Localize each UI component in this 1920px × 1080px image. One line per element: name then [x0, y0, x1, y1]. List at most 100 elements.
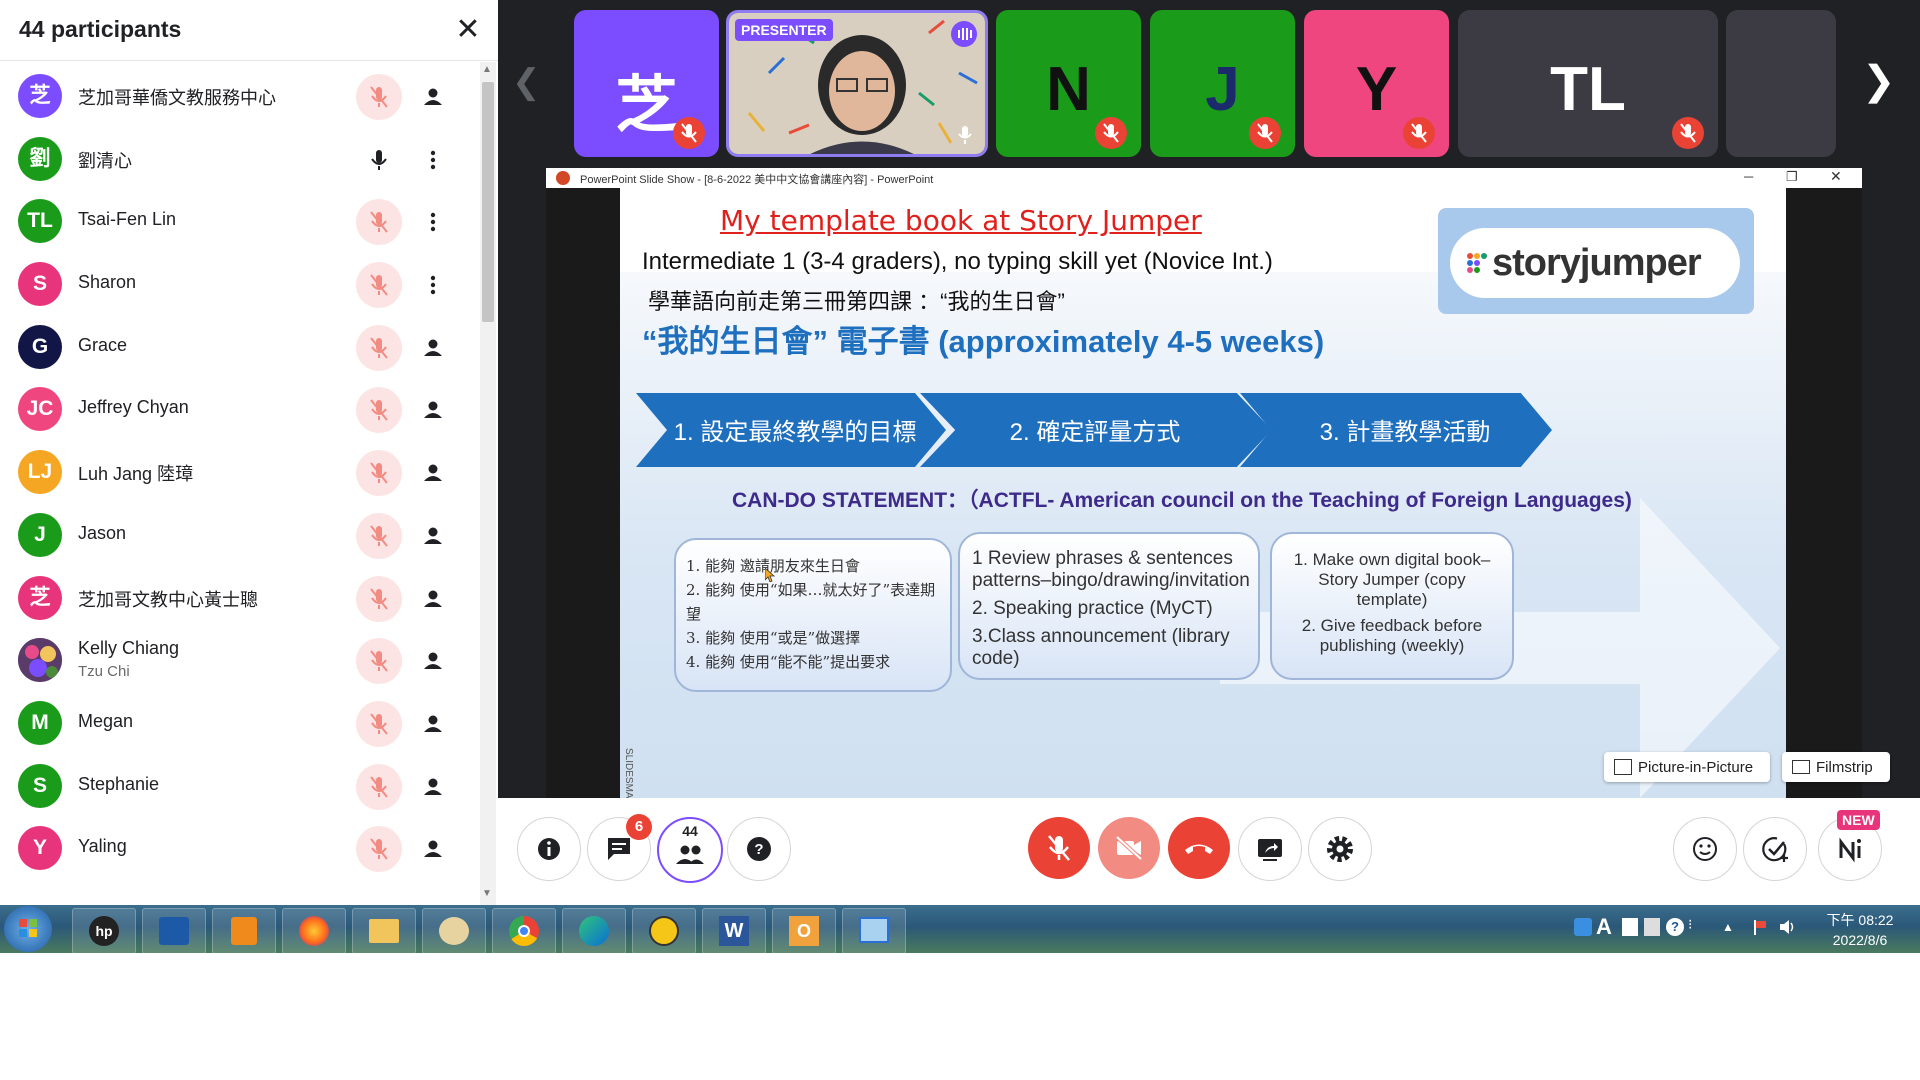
- more-vertical-icon[interactable]: [418, 207, 448, 237]
- scroll-down-arrow-icon[interactable]: ▼: [482, 888, 492, 899]
- chevron-left-icon[interactable]: ❮: [512, 62, 541, 102]
- participant-row[interactable]: G Grace: [0, 313, 476, 376]
- participant-tile[interactable]: Y: [1304, 10, 1449, 157]
- start-button[interactable]: [4, 906, 52, 952]
- tile-initial: Y: [1355, 55, 1398, 124]
- participant-tile-partial[interactable]: [1726, 10, 1836, 157]
- camera-toggle-button[interactable]: [1098, 817, 1160, 879]
- participant-tile[interactable]: N: [996, 10, 1141, 157]
- participant-tile[interactable]: J: [1150, 10, 1295, 157]
- more-vertical-icon[interactable]: [418, 270, 448, 300]
- participant-row[interactable]: Kelly Chiang Tzu Chi: [0, 626, 476, 689]
- person-icon[interactable]: [418, 395, 448, 425]
- clock-date[interactable]: 2022/8/6: [1818, 932, 1902, 948]
- close-icon[interactable]: ✕: [452, 14, 484, 46]
- help-button[interactable]: ?: [727, 817, 791, 881]
- ime-mode[interactable]: A: [1596, 914, 1612, 940]
- mic-off-icon[interactable]: [356, 262, 402, 309]
- ai-assistant-button[interactable]: NEW: [1818, 810, 1882, 881]
- chat-button[interactable]: 6: [587, 814, 652, 881]
- participant-row[interactable]: 芝芝加哥文教中心黃士聰: [0, 564, 476, 627]
- share-screen-button[interactable]: [1238, 817, 1302, 881]
- person-icon[interactable]: [418, 584, 448, 614]
- restore-icon[interactable]: ❐: [1786, 169, 1798, 185]
- mic-off-icon[interactable]: [356, 700, 402, 747]
- show-hidden-icons-icon[interactable]: ▲: [1722, 920, 1734, 934]
- box1-item: 1. 能夠 邀請朋友來生日會: [686, 557, 860, 575]
- chevron-right-icon[interactable]: ❯: [1862, 58, 1896, 104]
- edge-app[interactable]: [562, 908, 626, 954]
- info-button[interactable]: [517, 817, 581, 881]
- person-icon[interactable]: [418, 646, 448, 676]
- file-explorer-app[interactable]: [352, 908, 416, 954]
- activities-button[interactable]: [1743, 817, 1807, 881]
- scrollbar-thumb[interactable]: [482, 82, 494, 322]
- person-icon[interactable]: [418, 709, 448, 739]
- participant-row[interactable]: M Megan: [0, 689, 476, 752]
- participant-row[interactable]: TL Tsai-Fen Lin: [0, 187, 476, 250]
- mic-off-icon[interactable]: [356, 199, 402, 246]
- settings-button[interactable]: [1308, 817, 1372, 881]
- more-vertical-icon[interactable]: [418, 145, 448, 175]
- filmstrip-button[interactable]: Filmstrip: [1782, 752, 1890, 782]
- participant-row[interactable]: 劉劉清心: [0, 125, 476, 188]
- mic-off-icon[interactable]: [356, 512, 402, 559]
- person-icon[interactable]: [418, 772, 448, 802]
- mic-toggle-button[interactable]: [1028, 817, 1090, 879]
- word-app[interactable]: W: [702, 908, 766, 954]
- presenter-tile[interactable]: PRESENTER: [726, 10, 988, 157]
- participant-row[interactable]: 芝芝加哥華僑文教服務中心: [0, 62, 476, 125]
- pip-icon: [1614, 759, 1632, 775]
- paint-app[interactable]: [422, 908, 486, 954]
- media-app[interactable]: [212, 908, 276, 954]
- participants-button[interactable]: 44: [657, 817, 723, 883]
- control-panel-app[interactable]: [842, 908, 906, 954]
- globe-app[interactable]: [632, 908, 696, 954]
- picture-in-picture-button[interactable]: Picture-in-Picture: [1604, 752, 1770, 782]
- ime-options-icon[interactable]: ⁝: [1688, 916, 1692, 933]
- person-icon[interactable]: [418, 333, 448, 363]
- mic-off-icon[interactable]: [356, 450, 402, 497]
- leave-call-button[interactable]: [1168, 817, 1230, 879]
- person-icon[interactable]: [418, 458, 448, 488]
- mic-off-icon: [1048, 835, 1070, 861]
- hp-app[interactable]: hp: [72, 908, 136, 954]
- participant-row[interactable]: JC Jeffrey Chyan: [0, 375, 476, 438]
- participant-tile[interactable]: 芝: [574, 10, 719, 157]
- participant-row[interactable]: S Sharon: [0, 250, 476, 313]
- scroll-up-arrow-icon[interactable]: ▲: [482, 64, 492, 75]
- participant-tile[interactable]: TL: [1458, 10, 1718, 157]
- mic-off-icon[interactable]: [356, 387, 402, 434]
- mic-off-icon[interactable]: [356, 74, 402, 120]
- outlook-app[interactable]: O: [772, 908, 836, 954]
- mic-off-icon[interactable]: [356, 763, 402, 810]
- chrome-app[interactable]: [492, 908, 556, 954]
- ime-table-icon[interactable]: [1644, 918, 1660, 936]
- person-icon[interactable]: [418, 834, 448, 864]
- mic-off-icon[interactable]: [356, 324, 402, 371]
- participant-row[interactable]: LJ Luh Jang 陸璋: [0, 438, 476, 501]
- ime-full-width-icon[interactable]: [1622, 918, 1638, 936]
- help-icon[interactable]: ?: [1666, 918, 1684, 936]
- clock-time[interactable]: 下午 08:22: [1818, 910, 1902, 930]
- minimize-icon[interactable]: ─: [1744, 169, 1753, 184]
- participant-row[interactable]: S Stephanie: [0, 752, 476, 815]
- taskbar-app[interactable]: [142, 908, 206, 954]
- reactions-button[interactable]: [1673, 817, 1737, 881]
- mic-off-icon[interactable]: [356, 638, 402, 685]
- tile-initial: N: [1046, 55, 1091, 124]
- side-label: SLIDESMAN: [623, 748, 634, 798]
- person-icon[interactable]: [418, 82, 448, 112]
- mic-off-icon[interactable]: [356, 575, 402, 622]
- close-icon[interactable]: ✕: [1830, 168, 1842, 185]
- tile-initial: TL: [1550, 55, 1626, 124]
- flag-icon[interactable]: [1752, 918, 1770, 936]
- mic-off-icon[interactable]: [356, 826, 402, 873]
- volume-icon[interactable]: [1778, 918, 1798, 936]
- participant-row[interactable]: J Jason: [0, 501, 476, 564]
- firefox-app[interactable]: [282, 908, 346, 954]
- language-bar-icon[interactable]: [1574, 918, 1592, 936]
- mic-icon[interactable]: [362, 143, 396, 177]
- participant-row[interactable]: Y Yaling: [0, 814, 476, 877]
- person-icon[interactable]: [418, 521, 448, 551]
